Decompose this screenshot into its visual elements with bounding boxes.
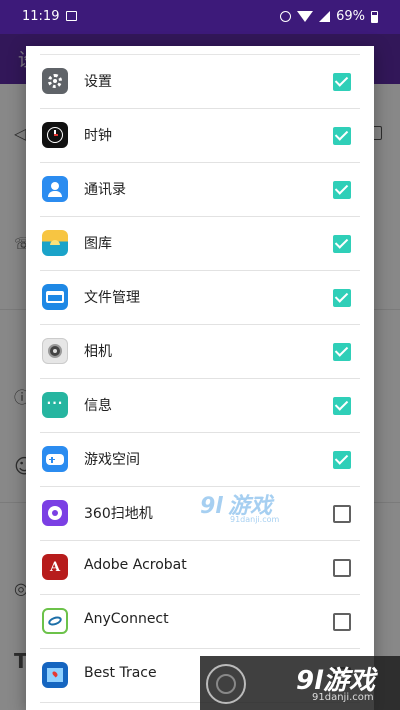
app-row[interactable]: 图库 <box>40 217 360 271</box>
watermark-corner-site: 91danji.com <box>312 692 374 703</box>
app-row[interactable]: A Adobe Acrobat <box>40 541 360 595</box>
app-label: 相机 <box>84 344 112 360</box>
app-checkbox[interactable] <box>333 505 351 523</box>
messages-icon: ··· <box>42 392 68 418</box>
app-row[interactable]: 相机 <box>40 325 360 379</box>
robot-vacuum-icon <box>42 500 68 526</box>
app-row[interactable]: 通讯录 <box>40 163 360 217</box>
app-label: 时钟 <box>84 128 112 144</box>
clock-icon-glyph <box>47 127 63 143</box>
messages-icon-glyph: ··· <box>46 396 64 410</box>
gamespace-icon-glyph <box>46 453 64 465</box>
battery-percent: 69% <box>336 9 365 24</box>
app-label: AnyConnect <box>84 611 169 627</box>
watermark-emblem-icon <box>206 664 246 704</box>
app-label: Adobe Acrobat <box>84 557 187 573</box>
status-time: 11:19 <box>22 9 60 24</box>
app-row[interactable]: AnyConnect <box>40 595 360 649</box>
gamespace-icon <box>42 446 68 472</box>
contacts-icon <box>42 176 68 202</box>
app-label: 信息 <box>84 398 112 414</box>
acrobat-icon-glyph: A <box>49 559 61 575</box>
image-icon <box>66 11 77 21</box>
app-row[interactable]: 文件管理 <box>40 271 360 325</box>
app-checkbox[interactable] <box>333 127 351 145</box>
alarm-icon <box>280 11 292 22</box>
app-selection-dialog: 设置时钟通讯录图库文件管理相机 ··· 信息游戏空间 360扫地机 A Adobe Acr… <box>26 46 374 710</box>
app-checkbox[interactable] <box>333 559 351 577</box>
app-row[interactable]: 时钟 <box>40 109 360 163</box>
app-row[interactable]: 设置 <box>40 55 360 109</box>
app-row[interactable]: ··· 信息 <box>40 379 360 433</box>
app-checkbox[interactable] <box>333 343 351 361</box>
wifi-icon <box>297 11 314 22</box>
camera-icon-glyph <box>48 344 62 358</box>
app-checkbox[interactable] <box>333 397 351 415</box>
app-checkbox[interactable] <box>333 289 351 307</box>
app-label: 设置 <box>84 74 112 90</box>
besttrace-icon-glyph <box>47 668 63 682</box>
robot-vacuum-icon-glyph <box>48 506 62 520</box>
watermark-logo: 9l <box>200 494 223 519</box>
settings-icon <box>42 68 68 94</box>
settings-icon-glyph <box>48 74 62 88</box>
app-label: Best Trace <box>84 665 157 681</box>
watermark-middle: 9l 游戏 91danji.com <box>200 488 300 528</box>
camera-icon <box>42 338 68 364</box>
app-checkbox[interactable] <box>333 613 351 631</box>
app-label: 通讯录 <box>84 182 126 198</box>
app-label: 图库 <box>84 236 112 252</box>
files-icon <box>42 284 68 310</box>
app-checkbox[interactable] <box>333 451 351 469</box>
app-label: 360扫地机 <box>84 506 153 522</box>
status-right-icons: 69% <box>280 9 378 24</box>
files-icon-glyph <box>46 291 64 303</box>
besttrace-icon <box>42 662 68 688</box>
anyconnect-icon-glyph <box>47 614 63 628</box>
acrobat-icon: A <box>42 554 68 580</box>
app-checkbox[interactable] <box>333 73 351 91</box>
app-label: 游戏空间 <box>84 452 140 468</box>
battery-icon <box>371 10 378 23</box>
anyconnect-icon <box>42 608 68 634</box>
status-bar: 11:19 69% <box>0 0 400 34</box>
app-checkbox[interactable] <box>333 181 351 199</box>
signal-icon <box>319 11 331 22</box>
watermark-corner: 9l游戏 91danji.com <box>200 656 400 710</box>
clock-icon <box>42 122 68 148</box>
contacts-icon-glyph <box>48 182 62 197</box>
gallery-icon-glyph <box>50 239 60 245</box>
app-row[interactable]: 游戏空间 <box>40 433 360 487</box>
app-checkbox[interactable] <box>333 235 351 253</box>
app-label: 文件管理 <box>84 290 140 306</box>
gallery-icon <box>42 230 68 256</box>
watermark-site: 91danji.com <box>230 515 280 524</box>
